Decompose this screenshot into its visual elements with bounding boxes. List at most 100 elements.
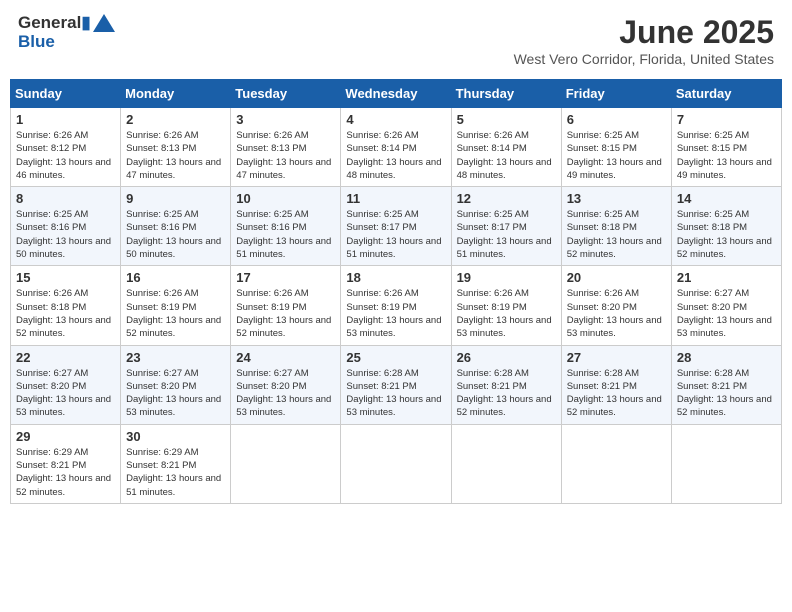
calendar-week-row: 29 Sunrise: 6:29 AMSunset: 8:21 PMDaylig… (11, 424, 782, 503)
day-info: Sunrise: 6:26 AMSunset: 8:18 PMDaylight:… (16, 287, 115, 340)
calendar-day-cell (341, 424, 451, 503)
weekday-header: Wednesday (341, 80, 451, 108)
calendar-day-cell: 9 Sunrise: 6:25 AMSunset: 8:16 PMDayligh… (121, 187, 231, 266)
weekday-header: Tuesday (231, 80, 341, 108)
day-number: 12 (457, 191, 556, 206)
weekday-header: Saturday (671, 80, 781, 108)
day-number: 4 (346, 112, 445, 127)
day-info: Sunrise: 6:26 AMSunset: 8:13 PMDaylight:… (126, 129, 225, 182)
calendar-day-cell: 24 Sunrise: 6:27 AMSunset: 8:20 PMDaylig… (231, 345, 341, 424)
day-info: Sunrise: 6:28 AMSunset: 8:21 PMDaylight:… (457, 367, 556, 420)
calendar-day-cell: 11 Sunrise: 6:25 AMSunset: 8:17 PMDaylig… (341, 187, 451, 266)
calendar-day-cell: 23 Sunrise: 6:27 AMSunset: 8:20 PMDaylig… (121, 345, 231, 424)
day-info: Sunrise: 6:26 AMSunset: 8:14 PMDaylight:… (457, 129, 556, 182)
day-number: 26 (457, 350, 556, 365)
day-number: 13 (567, 191, 666, 206)
calendar-day-cell: 10 Sunrise: 6:25 AMSunset: 8:16 PMDaylig… (231, 187, 341, 266)
day-info: Sunrise: 6:25 AMSunset: 8:18 PMDaylight:… (567, 208, 666, 261)
day-info: Sunrise: 6:28 AMSunset: 8:21 PMDaylight:… (346, 367, 445, 420)
day-number: 7 (677, 112, 776, 127)
calendar-day-cell: 28 Sunrise: 6:28 AMSunset: 8:21 PMDaylig… (671, 345, 781, 424)
calendar-day-cell: 5 Sunrise: 6:26 AMSunset: 8:14 PMDayligh… (451, 108, 561, 187)
day-number: 8 (16, 191, 115, 206)
calendar-day-cell: 8 Sunrise: 6:25 AMSunset: 8:16 PMDayligh… (11, 187, 121, 266)
day-number: 25 (346, 350, 445, 365)
calendar-day-cell (451, 424, 561, 503)
calendar-day-cell: 21 Sunrise: 6:27 AMSunset: 8:20 PMDaylig… (671, 266, 781, 345)
page-header: General▮ Blue June 2025 West Vero Corrid… (10, 10, 782, 71)
title-block: June 2025 West Vero Corridor, Florida, U… (514, 14, 774, 67)
calendar-day-cell: 2 Sunrise: 6:26 AMSunset: 8:13 PMDayligh… (121, 108, 231, 187)
day-info: Sunrise: 6:26 AMSunset: 8:12 PMDaylight:… (16, 129, 115, 182)
calendar-day-cell: 12 Sunrise: 6:25 AMSunset: 8:17 PMDaylig… (451, 187, 561, 266)
day-number: 30 (126, 429, 225, 444)
day-info: Sunrise: 6:25 AMSunset: 8:16 PMDaylight:… (236, 208, 335, 261)
logo-icon (93, 14, 115, 32)
day-number: 2 (126, 112, 225, 127)
calendar-day-cell: 25 Sunrise: 6:28 AMSunset: 8:21 PMDaylig… (341, 345, 451, 424)
day-info: Sunrise: 6:26 AMSunset: 8:19 PMDaylight:… (457, 287, 556, 340)
day-number: 10 (236, 191, 335, 206)
calendar-day-cell: 22 Sunrise: 6:27 AMSunset: 8:20 PMDaylig… (11, 345, 121, 424)
weekday-header: Monday (121, 80, 231, 108)
day-info: Sunrise: 6:26 AMSunset: 8:13 PMDaylight:… (236, 129, 335, 182)
calendar-day-cell (561, 424, 671, 503)
day-info: Sunrise: 6:26 AMSunset: 8:19 PMDaylight:… (346, 287, 445, 340)
day-info: Sunrise: 6:25 AMSunset: 8:17 PMDaylight:… (346, 208, 445, 261)
calendar-day-cell (671, 424, 781, 503)
day-info: Sunrise: 6:27 AMSunset: 8:20 PMDaylight:… (16, 367, 115, 420)
day-info: Sunrise: 6:29 AMSunset: 8:21 PMDaylight:… (16, 446, 115, 499)
calendar-day-cell: 14 Sunrise: 6:25 AMSunset: 8:18 PMDaylig… (671, 187, 781, 266)
day-number: 18 (346, 270, 445, 285)
day-number: 23 (126, 350, 225, 365)
day-number: 29 (16, 429, 115, 444)
day-info: Sunrise: 6:26 AMSunset: 8:20 PMDaylight:… (567, 287, 666, 340)
calendar-day-cell: 20 Sunrise: 6:26 AMSunset: 8:20 PMDaylig… (561, 266, 671, 345)
calendar-day-cell: 13 Sunrise: 6:25 AMSunset: 8:18 PMDaylig… (561, 187, 671, 266)
calendar-day-cell: 7 Sunrise: 6:25 AMSunset: 8:15 PMDayligh… (671, 108, 781, 187)
day-info: Sunrise: 6:29 AMSunset: 8:21 PMDaylight:… (126, 446, 225, 499)
day-number: 20 (567, 270, 666, 285)
day-info: Sunrise: 6:26 AMSunset: 8:14 PMDaylight:… (346, 129, 445, 182)
calendar-day-cell: 26 Sunrise: 6:28 AMSunset: 8:21 PMDaylig… (451, 345, 561, 424)
day-number: 16 (126, 270, 225, 285)
day-number: 17 (236, 270, 335, 285)
day-number: 3 (236, 112, 335, 127)
calendar-week-row: 1 Sunrise: 6:26 AMSunset: 8:12 PMDayligh… (11, 108, 782, 187)
day-info: Sunrise: 6:25 AMSunset: 8:18 PMDaylight:… (677, 208, 776, 261)
day-number: 28 (677, 350, 776, 365)
day-info: Sunrise: 6:25 AMSunset: 8:17 PMDaylight:… (457, 208, 556, 261)
location-title: West Vero Corridor, Florida, United Stat… (514, 51, 774, 67)
calendar-day-cell: 30 Sunrise: 6:29 AMSunset: 8:21 PMDaylig… (121, 424, 231, 503)
day-info: Sunrise: 6:27 AMSunset: 8:20 PMDaylight:… (236, 367, 335, 420)
calendar-day-cell: 16 Sunrise: 6:26 AMSunset: 8:19 PMDaylig… (121, 266, 231, 345)
day-info: Sunrise: 6:25 AMSunset: 8:16 PMDaylight:… (16, 208, 115, 261)
logo: General▮ Blue (18, 14, 115, 51)
day-number: 9 (126, 191, 225, 206)
day-number: 14 (677, 191, 776, 206)
calendar-day-cell: 18 Sunrise: 6:26 AMSunset: 8:19 PMDaylig… (341, 266, 451, 345)
day-info: Sunrise: 6:28 AMSunset: 8:21 PMDaylight:… (567, 367, 666, 420)
calendar-day-cell: 29 Sunrise: 6:29 AMSunset: 8:21 PMDaylig… (11, 424, 121, 503)
logo-text: General▮ (18, 14, 91, 33)
calendar-week-row: 22 Sunrise: 6:27 AMSunset: 8:20 PMDaylig… (11, 345, 782, 424)
day-number: 21 (677, 270, 776, 285)
calendar-week-row: 15 Sunrise: 6:26 AMSunset: 8:18 PMDaylig… (11, 266, 782, 345)
calendar-table: SundayMondayTuesdayWednesdayThursdayFrid… (10, 79, 782, 504)
calendar-day-cell: 19 Sunrise: 6:26 AMSunset: 8:19 PMDaylig… (451, 266, 561, 345)
day-number: 1 (16, 112, 115, 127)
calendar-day-cell (231, 424, 341, 503)
day-info: Sunrise: 6:25 AMSunset: 8:15 PMDaylight:… (567, 129, 666, 182)
calendar-day-cell: 27 Sunrise: 6:28 AMSunset: 8:21 PMDaylig… (561, 345, 671, 424)
logo-blue: Blue (18, 33, 115, 52)
day-info: Sunrise: 6:27 AMSunset: 8:20 PMDaylight:… (126, 367, 225, 420)
day-info: Sunrise: 6:27 AMSunset: 8:20 PMDaylight:… (677, 287, 776, 340)
day-number: 6 (567, 112, 666, 127)
calendar-day-cell: 4 Sunrise: 6:26 AMSunset: 8:14 PMDayligh… (341, 108, 451, 187)
calendar-header-row: SundayMondayTuesdayWednesdayThursdayFrid… (11, 80, 782, 108)
calendar-day-cell: 15 Sunrise: 6:26 AMSunset: 8:18 PMDaylig… (11, 266, 121, 345)
day-number: 24 (236, 350, 335, 365)
weekday-header: Friday (561, 80, 671, 108)
day-number: 22 (16, 350, 115, 365)
day-number: 19 (457, 270, 556, 285)
